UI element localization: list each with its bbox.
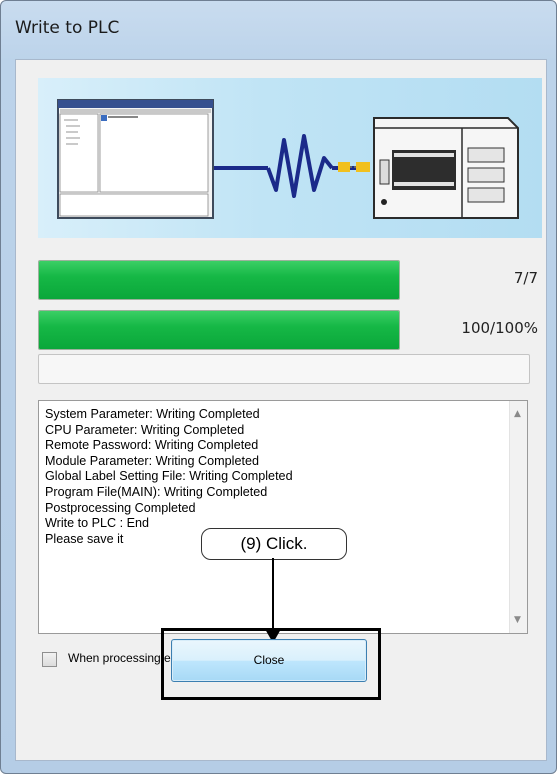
step-progress-label: 7/7 (513, 269, 538, 287)
step-progress-bar (38, 260, 400, 300)
close-button[interactable]: Close (171, 639, 367, 682)
log-line: System Parameter: Writing Completed (45, 407, 260, 421)
window-title: Write to PLC (15, 18, 120, 38)
auto-close-checkbox[interactable] (42, 652, 57, 667)
callout-pointer (272, 558, 274, 631)
log-line: CPU Parameter: Writing Completed (45, 422, 245, 437)
percent-progress-fill (39, 311, 399, 349)
plc-device-icon (373, 117, 519, 219)
status-field (38, 354, 530, 384)
step-progress-fill (39, 261, 399, 299)
connection-banner (38, 78, 542, 238)
log-line: Global Label Setting File: Writing Compl… (45, 469, 293, 484)
percent-progress-bar (38, 310, 400, 350)
log-line: Postprocessing Completed (45, 500, 196, 515)
pc-to-plc-illustration (57, 99, 519, 219)
instruction-callout: (9) Click. (201, 528, 347, 560)
write-to-plc-window: Write to PLC 7/7 100/100% System Paramet… (0, 0, 557, 774)
pc-cable-icon (214, 134, 370, 198)
percent-progress-label: 100/100% (461, 319, 538, 337)
log-textbox[interactable]: System Parameter: Writing Completed CPU … (38, 400, 528, 634)
log-line: Module Parameter: Writing Completed (45, 453, 259, 468)
scroll-down-icon[interactable]: ▼ (514, 615, 521, 625)
scroll-up-icon[interactable]: ▲ (514, 409, 521, 419)
log-line: Program File(MAIN): Writing Completed (45, 484, 268, 499)
log-scrollbar[interactable]: ▲ ▼ (509, 401, 527, 633)
software-screen-icon (57, 99, 214, 219)
log-lines: System Parameter: Writing Completed CPU … (45, 407, 293, 547)
log-line: Remote Password: Writing Completed (45, 438, 259, 453)
